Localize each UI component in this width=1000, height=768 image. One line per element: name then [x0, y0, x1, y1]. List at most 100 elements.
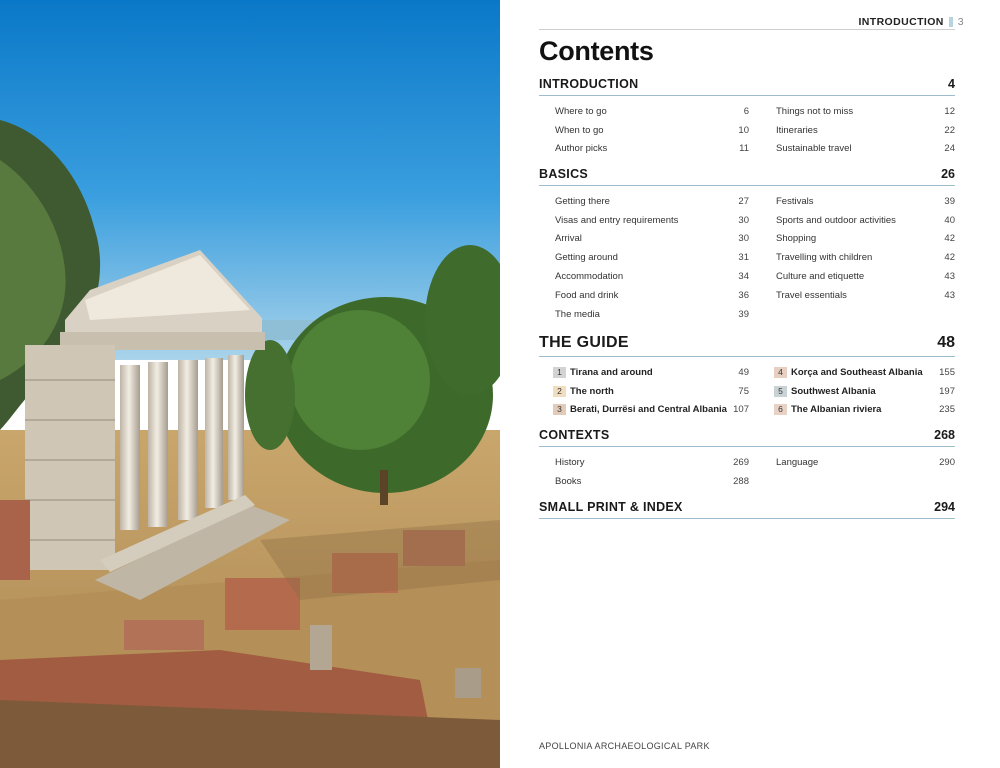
toc-entry[interactable]: Travelling with children 42 [776, 248, 955, 267]
toc-entry-page: 22 [944, 124, 955, 136]
toc-entry[interactable]: When to go 10 [555, 121, 749, 140]
chapters-left: 1 Tirana and around 49 2 The north 75 3 Berati,… [553, 363, 749, 419]
toc-entry-page: 43 [944, 289, 955, 301]
toc-entry-page: 31 [738, 252, 749, 264]
section-heading[interactable]: INTRODUCTION 4 [539, 77, 955, 96]
toc-entry[interactable]: Arrival 30 [555, 230, 749, 249]
toc-entry-title: Itineraries [776, 124, 818, 136]
section-heading[interactable]: THE GUIDE 48 [539, 334, 955, 357]
toc-entry-title: History [555, 456, 585, 468]
toc-entry[interactable]: Sports and outdoor activities 40 [776, 211, 955, 230]
toc-entry-title: Language [776, 456, 819, 468]
chapter-title: Berati, Durrësi and Central Albania [570, 404, 727, 416]
toc-entry-page: 36 [738, 289, 749, 301]
entries-left: Getting there 27 Visas and entry requireme… [555, 192, 749, 324]
chapter-entry[interactable]: 1 Tirana and around 49 [553, 363, 749, 382]
toc-entry-title: Food and drink [555, 289, 619, 301]
toc-entry[interactable]: Author picks 11 [555, 140, 749, 159]
chapter-entry[interactable]: 6 The Albanian riviera 235 [774, 401, 955, 420]
toc-entry-page: 39 [738, 308, 749, 320]
toc-entry[interactable]: Things not to miss 12 [776, 102, 955, 121]
section-title: THE GUIDE [539, 334, 629, 351]
toc-entry-title: Sustainable travel [776, 143, 852, 155]
toc-entry-title: The media [555, 308, 600, 320]
toc-entry-page: 11 [739, 143, 749, 155]
chapter-number-badge: 2 [553, 385, 566, 397]
toc-entry[interactable]: Language 290 [776, 453, 955, 472]
toc-entry-page: 42 [944, 233, 955, 245]
toc-entry-page: 269 [733, 456, 749, 468]
apollonia-photo [0, 0, 500, 768]
chapter-title: Korça and Southeast Albania [791, 366, 923, 378]
toc-entry-title: Where to go [555, 105, 607, 117]
toc-entry[interactable]: Sustainable travel 24 [776, 140, 955, 159]
section-contexts: CONTEXTS 268 History 269 Books 288 Language… [539, 428, 955, 491]
toc-entry-page: 30 [738, 233, 749, 245]
toc-entry[interactable]: Festivals 39 [776, 192, 955, 211]
toc-entry[interactable]: Shopping 42 [776, 230, 955, 249]
toc-entry-title: Travel essentials [776, 289, 847, 301]
toc-entry[interactable]: Accommodation 34 [555, 267, 749, 286]
toc-entry[interactable]: History 269 [555, 453, 749, 472]
section-page: 294 [934, 500, 955, 514]
entries-left: Where to go 6 When to go 10 Author picks 11 [555, 102, 749, 158]
toc-entry-page: 10 [738, 124, 749, 136]
chapter-page: 107 [733, 404, 749, 416]
toc-entry-title: Getting there [555, 195, 610, 207]
chapter-number-badge: 6 [774, 404, 787, 416]
chapter-page: 49 [738, 366, 749, 378]
toc-entry[interactable]: Visas and entry requirements 30 [555, 211, 749, 230]
toc-entry[interactable]: Books 288 [555, 472, 749, 491]
toc-entry[interactable]: Travel essentials 43 [776, 286, 955, 305]
section-page: 268 [934, 428, 955, 442]
toc-entry[interactable]: The media 39 [555, 305, 749, 324]
chapter-title: Tirana and around [570, 366, 653, 378]
chapter-label: 3 Berati, Durrësi and Central Albania [553, 404, 727, 416]
toc-entry-title: Books [555, 475, 582, 487]
chapter-entry[interactable]: 4 Korça and Southeast Albania 155 [774, 363, 955, 382]
chapter-number-badge: 5 [774, 385, 787, 397]
toc-entry-page: 27 [738, 195, 749, 207]
chapter-entry[interactable]: 2 The north 75 [553, 382, 749, 401]
toc-entry[interactable]: Where to go 6 [555, 102, 749, 121]
toc-entry[interactable]: Culture and etiquette 43 [776, 267, 955, 286]
chapter-page: 155 [939, 366, 955, 378]
chapter-label: 2 The north [553, 385, 614, 397]
chapter-page: 75 [738, 385, 749, 397]
chapter-page: 235 [939, 404, 955, 416]
toc-entry-page: 288 [733, 475, 749, 487]
section-introduction: INTRODUCTION 4 Where to go 6 When to go 10 A… [539, 77, 955, 158]
section-guide: THE GUIDE 48 1 Tirana and around 49 2 The no… [539, 334, 955, 419]
toc-entry-page: 290 [939, 456, 955, 468]
toc-entry[interactable]: Getting around 31 [555, 248, 749, 267]
section-title: SMALL PRINT & INDEX [539, 500, 683, 514]
toc-entry-page: 39 [944, 195, 955, 207]
section-page: 26 [941, 167, 955, 181]
running-head: INTRODUCTION 3 [858, 16, 964, 28]
chapter-entry[interactable]: 5 Southwest Albania 197 [774, 382, 955, 401]
toc-entry-page: 43 [944, 271, 955, 283]
cover-photo [0, 0, 500, 768]
section-heading[interactable]: SMALL PRINT & INDEX 294 [539, 500, 955, 519]
page-title: Contents [539, 36, 654, 66]
section-heading[interactable]: BASICS 26 [539, 167, 955, 186]
entries-right: Things not to miss 12 Itineraries 22 Sustain… [776, 102, 955, 158]
toc-entry[interactable]: Food and drink 36 [555, 286, 749, 305]
toc-entry[interactable]: Getting there 27 [555, 192, 749, 211]
toc-entry-title: Things not to miss [776, 105, 854, 117]
chapter-number-badge: 3 [553, 404, 566, 416]
running-head-bar [948, 17, 953, 27]
photo-caption: APOLLONIA ARCHAEOLOGICAL PARK [539, 741, 710, 751]
section-title: INTRODUCTION [539, 77, 639, 91]
section-heading[interactable]: CONTEXTS 268 [539, 428, 955, 447]
running-head-title: INTRODUCTION [858, 16, 944, 28]
section-page: 4 [948, 77, 955, 91]
toc-entry-page: 34 [738, 271, 749, 283]
entries-right: Language 290 [776, 453, 955, 491]
chapter-number-badge: 4 [774, 366, 787, 378]
toc-entry[interactable]: Itineraries 22 [776, 121, 955, 140]
toc-entry-title: Festivals [776, 195, 814, 207]
entries-right: Festivals 39 Sports and outdoor activities… [776, 192, 955, 324]
chapter-entry[interactable]: 3 Berati, Durrësi and Central Albania 107 [553, 401, 749, 420]
toc-entry-page: 24 [944, 143, 955, 155]
